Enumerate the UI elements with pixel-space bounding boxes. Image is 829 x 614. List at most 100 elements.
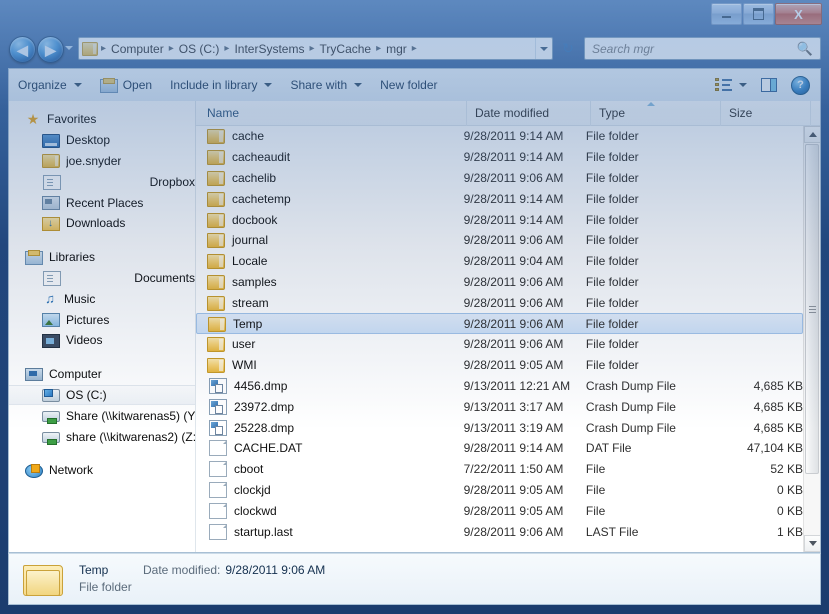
table-row[interactable]: 25228.dmp 9/13/2011 3:19 AM Crash Dump Fil… (196, 417, 803, 438)
breadcrumb: ▸ Computer ▸ OS (C:) ▸ InterSystems ▸ Tr… (79, 41, 535, 57)
sidebar-group-network[interactable]: Network (9, 460, 195, 481)
sidebar-item-os-c[interactable]: OS (C:) (9, 384, 195, 406)
sidebar-item-recent-places[interactable]: Recent Places (9, 192, 195, 213)
explorer-body: ★ Favorites Desktop joe.snyder Dropbox R… (8, 101, 821, 553)
sidebar-item-videos[interactable]: Videos (9, 330, 195, 351)
window-controls: X (711, 3, 822, 25)
sidebar-group-favorites[interactable]: ★ Favorites (9, 109, 195, 130)
forward-button[interactable]: ▶ (37, 36, 64, 63)
cell-date-modified: 9/13/2011 12:21 AM (463, 378, 571, 393)
scroll-down-button[interactable] (804, 535, 820, 552)
column-header-type[interactable]: Type (591, 101, 721, 126)
maximize-button[interactable] (743, 3, 774, 25)
table-row[interactable]: cachelib 9/28/2011 9:06 AM File folder (196, 168, 803, 189)
desktop-icon (42, 133, 60, 148)
address-bar[interactable]: ▸ Computer ▸ OS (C:) ▸ InterSystems ▸ Tr… (78, 37, 553, 60)
organize-button[interactable]: Organize (9, 73, 91, 97)
cell-type: File folder (585, 170, 639, 185)
preview-pane-button[interactable] (755, 73, 783, 97)
title-bar: X (0, 0, 829, 30)
cell-date-modified: 9/28/2011 9:04 AM (463, 254, 564, 269)
breadcrumb-item-computer[interactable]: Computer (109, 41, 166, 57)
cell-name: samples (196, 274, 464, 290)
table-row[interactable]: 23972.dmp 9/13/2011 3:17 AM Crash Dump Fil… (196, 396, 803, 417)
scroll-up-button[interactable] (804, 126, 820, 143)
cell-type: File folder (585, 191, 639, 206)
file-name: 25228.dmp (234, 420, 295, 435)
include-in-library-button[interactable]: Include in library (161, 73, 281, 97)
history-dropdown-icon[interactable] (65, 46, 73, 50)
sidebar-group-libraries[interactable]: Libraries (9, 247, 195, 268)
vertical-scrollbar[interactable] (803, 126, 820, 552)
scrollbar-thumb[interactable] (805, 144, 819, 474)
navigation-sidebar[interactable]: ★ Favorites Desktop joe.snyder Dropbox R… (9, 101, 196, 552)
back-button[interactable]: ◀ (9, 36, 36, 63)
breadcrumb-item-os-c[interactable]: OS (C:) (177, 41, 222, 57)
table-row[interactable]: user 9/28/2011 9:06 AM File folder (196, 334, 803, 355)
computer-icon (25, 368, 43, 382)
folder-icon (207, 170, 225, 186)
sidebar-group-computer[interactable]: Computer (9, 364, 195, 385)
cell-date-modified: 9/28/2011 9:05 AM (463, 358, 564, 373)
cell-name: docbook (196, 212, 464, 228)
open-button[interactable]: Open (91, 73, 161, 97)
sidebar-item-documents[interactable]: Documents (9, 268, 195, 289)
address-dropdown-button[interactable] (535, 38, 552, 59)
table-row[interactable]: stream 9/28/2011 9:06 AM File folder (196, 292, 803, 313)
help-button[interactable]: ? (787, 73, 814, 97)
help-icon: ? (791, 75, 810, 95)
sort-ascending-icon (647, 102, 655, 106)
table-row[interactable]: 4456.dmp 9/13/2011 12:21 AM Crash Dump Fil… (196, 376, 803, 397)
details-date-modified-label: Date modified: (143, 563, 221, 577)
breadcrumb-item-mgr[interactable]: mgr (384, 41, 409, 57)
sidebar-item-dropbox[interactable]: Dropbox (9, 171, 195, 192)
table-row[interactable]: journal 9/28/2011 9:06 AM File folder (196, 230, 803, 251)
table-row[interactable]: Locale 9/28/2011 9:04 AM File folder (196, 251, 803, 272)
table-row[interactable]: clockwd 9/28/2011 9:05 AM File 0 KB (196, 500, 803, 521)
table-row[interactable]: cacheaudit 9/28/2011 9:14 AM File folder (196, 147, 803, 168)
cell-date-modified: 9/13/2011 3:19 AM (463, 420, 564, 435)
table-row[interactable]: startup.last 9/28/2011 9:06 AM LAST File 1 … (196, 521, 803, 542)
table-row[interactable]: samples 9/28/2011 9:06 AM File folder (196, 272, 803, 293)
file-name: 4456.dmp (234, 378, 288, 393)
search-input[interactable] (585, 40, 797, 57)
column-header-size[interactable]: Size (721, 101, 811, 126)
table-row[interactable]: cboot 7/22/2011 1:50 AM File 52 KB (196, 459, 803, 480)
table-row[interactable]: Temp 9/28/2011 9:06 AM File folder (196, 313, 803, 334)
folder-icon (207, 233, 225, 249)
dump-file-icon (209, 377, 227, 394)
new-folder-button[interactable]: New folder (371, 73, 446, 97)
breadcrumb-item-trycache[interactable]: TryCache (318, 41, 374, 57)
refresh-button[interactable]: ↻ (556, 37, 580, 60)
table-row[interactable]: CACHE.DAT 9/28/2011 9:14 AM DAT File 47,104… (196, 438, 803, 459)
breadcrumb-separator: ▸ (101, 43, 107, 54)
breadcrumb-item-intersystems[interactable]: InterSystems (232, 41, 306, 57)
cell-size: 4,685 KB (753, 420, 803, 435)
details-text: Temp Date modified: 9/28/2011 9:06 AM Fi… (79, 562, 325, 596)
sidebar-item-share-kitwarenas2[interactable]: share (\\kitwarenas2) (Z:) (9, 426, 195, 447)
cell-size: 0 KB (777, 503, 803, 518)
cell-type: File folder (585, 274, 639, 289)
column-header-date-modified[interactable]: Date modified (467, 101, 591, 126)
close-button[interactable]: X (775, 3, 822, 25)
sidebar-item-pictures[interactable]: Pictures (9, 309, 195, 330)
search-box[interactable]: 🔍 (584, 37, 821, 60)
column-header-name[interactable]: Name (196, 101, 467, 126)
share-with-button[interactable]: Share with (281, 73, 371, 97)
table-row[interactable]: cache 9/28/2011 9:14 AM File folder (196, 126, 803, 147)
sidebar-item-music[interactable]: ♫ Music (9, 288, 195, 309)
table-row[interactable]: WMI 9/28/2011 9:05 AM File folder (196, 355, 803, 376)
cell-size: 4,685 KB (753, 399, 803, 414)
cell-date-modified: 9/28/2011 9:06 AM (463, 337, 564, 352)
table-row[interactable]: docbook 9/28/2011 9:14 AM File folder (196, 209, 803, 230)
change-view-button[interactable] (711, 73, 751, 97)
table-row[interactable]: clockjd 9/28/2011 9:05 AM File 0 KB (196, 480, 803, 501)
sidebar-item-joe-snyder[interactable]: joe.snyder (9, 151, 195, 172)
sidebar-item-desktop[interactable]: Desktop (9, 130, 195, 151)
cell-name: WMI (196, 357, 464, 374)
table-row[interactable]: cachetemp 9/28/2011 9:14 AM File folder (196, 188, 803, 209)
minimize-button[interactable] (711, 3, 742, 25)
sidebar-item-share-kitwarenas5[interactable]: Share (\\kitwarenas5) (Y:) (9, 405, 195, 426)
sidebar-item-downloads[interactable]: Downloads (9, 213, 195, 234)
cell-date-modified: 9/28/2011 9:05 AM (463, 503, 564, 518)
